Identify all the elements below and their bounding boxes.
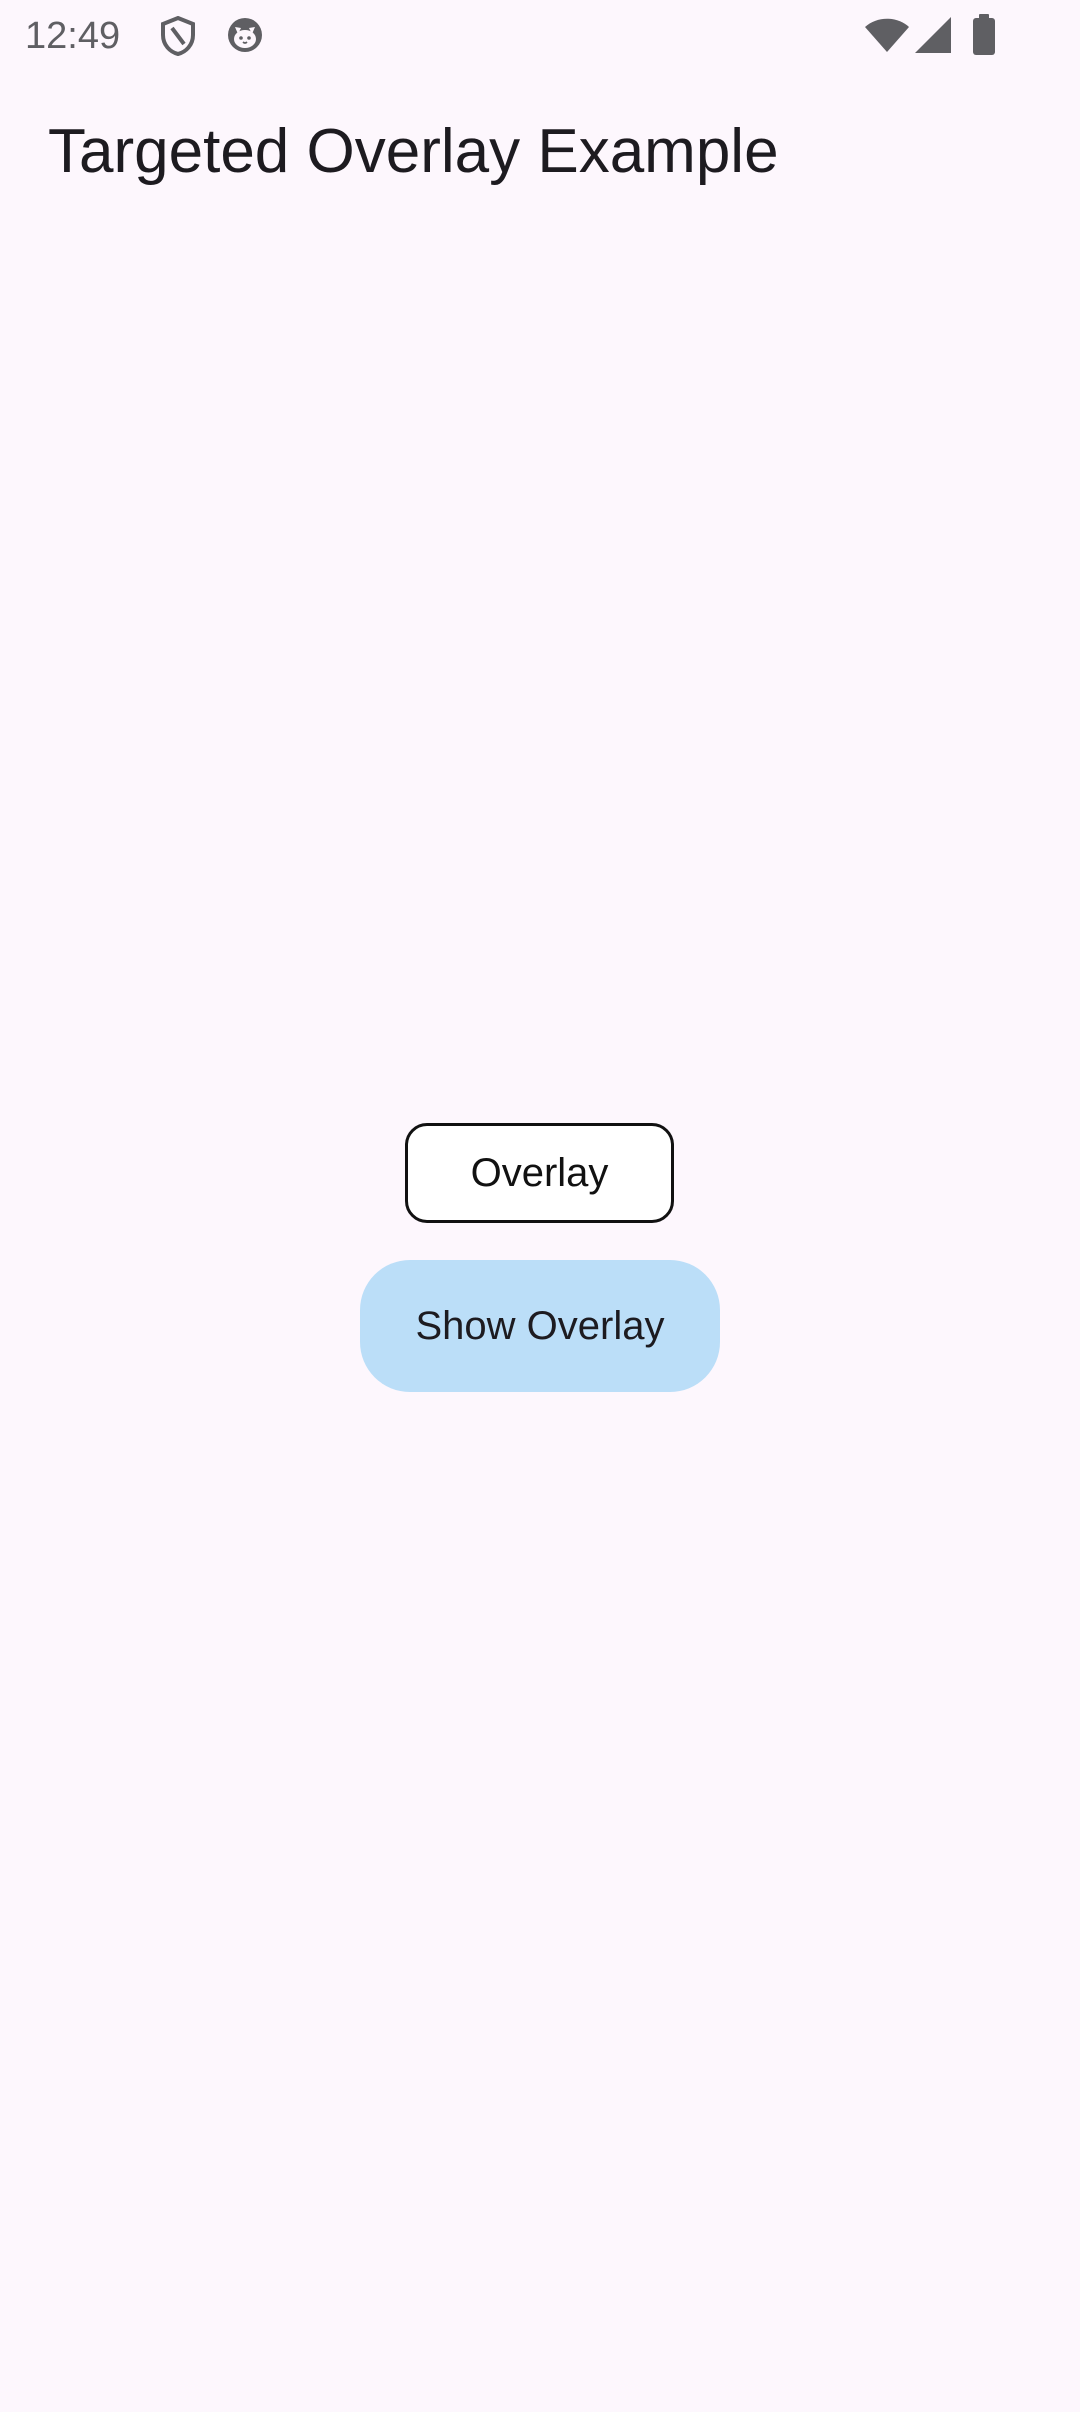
show-overlay-button-label: Show Overlay [415, 1303, 665, 1348]
battery-icon [973, 14, 995, 55]
wifi-icon [865, 18, 909, 52]
show-overlay-button[interactable]: Show Overlay [360, 1260, 720, 1392]
status-bar: 12:49 [0, 0, 1080, 72]
cellular-signal-icon [915, 17, 951, 53]
page-title: Targeted Overlay Example [48, 117, 779, 186]
cat-face-icon [228, 18, 262, 52]
shield-icon [161, 16, 195, 56]
overlay-label: Overlay [470, 1150, 609, 1195]
status-time: 12:49 [25, 15, 121, 57]
screen: 12:49 Targeted Overlay Example Overlay S… [0, 0, 1080, 2412]
overlay-label-box: Overlay [405, 1123, 674, 1223]
